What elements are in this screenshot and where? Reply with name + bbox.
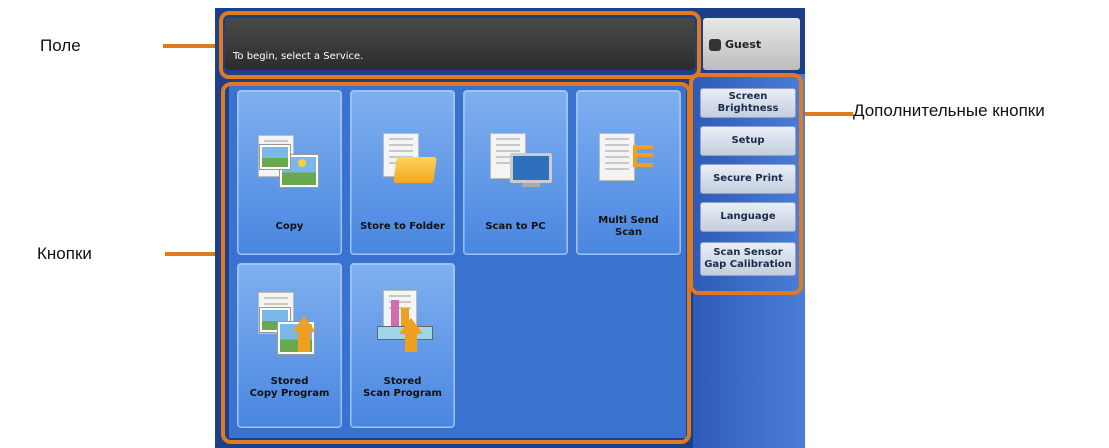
field-highlight — [219, 11, 701, 79]
user-button[interactable]: Guest — [703, 18, 800, 70]
callout-field: Поле — [40, 36, 81, 55]
buttons-highlight — [221, 82, 691, 444]
user-label: Guest — [725, 38, 762, 51]
user-icon — [709, 39, 721, 51]
callout-extra-buttons-leader — [803, 112, 853, 116]
callout-buttons: Кнопки — [37, 244, 92, 263]
extra-buttons-highlight — [689, 73, 803, 295]
callout-extra-buttons: Дополнительные кнопки — [853, 101, 1045, 120]
